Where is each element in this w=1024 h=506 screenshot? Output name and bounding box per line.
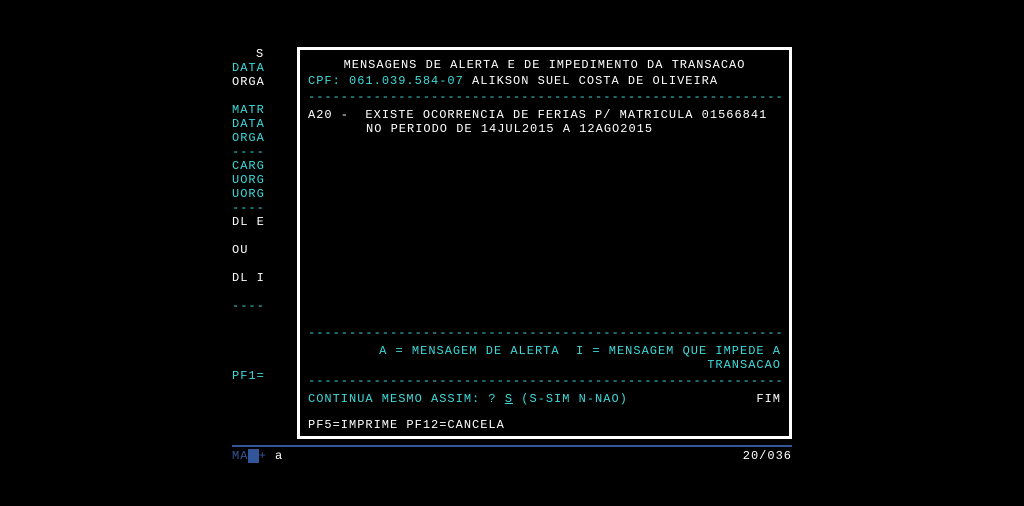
pf-keys-line: PF5=IMPRIME PF12=CANCELA [308,418,781,432]
cpf-label: CPF: [308,74,341,88]
dashes-2: ---- [232,201,292,215]
carg-label: CARG [232,159,292,173]
matr-label: MATR [232,103,292,117]
dl-e-label: DL E [232,215,292,229]
message-line-2: NO PERIODO DE 14JUL2015 A 12AGO2015 [308,122,781,136]
pf1-label: PF1= [232,369,292,383]
cpf-value: 061.039.584-07 [349,74,464,88]
cursor-position: 20/036 [743,447,792,463]
status-ma: MA [232,449,248,463]
dashes-3: ---- [232,299,292,313]
cpf-line: CPF: 061.039.584-07 ALIKSON SUEL COSTA D… [308,74,781,88]
dl-i-label: DL I [232,271,292,285]
divider-mid: ----------------------------------------… [308,326,781,340]
legend-i: I = MENSAGEM QUE IMPEDE A TRANSACAO [576,344,781,372]
status-a: a [275,449,283,463]
continue-input[interactable]: S [505,392,513,406]
continue-hint: (S-SIM N-NAO) [521,392,628,406]
status-bar: MA + a 20/036 [232,445,792,463]
data-label-1: DATA [232,61,292,75]
orga-label-2: ORGA [232,131,292,145]
top-s-label: S [232,47,292,61]
status-left: MA + a [232,447,283,463]
cursor-indicator [248,449,258,463]
ou-label: OU [232,243,292,257]
legend-line: A = MENSAGEM DE ALERTA I = MENSAGEM QUE … [308,344,781,372]
panel-title: MENSAGENS DE ALERTA E DE IMPEDIMENTO DA … [308,58,781,72]
data-label-2: DATA [232,117,292,131]
uorg-label-2: UORG [232,187,292,201]
message-panel: MENSAGENS DE ALERTA E DE IMPEDIMENTO DA … [297,47,792,439]
divider-top: ----------------------------------------… [308,90,781,104]
dashes-1: ---- [232,145,292,159]
status-plus: + [259,449,267,463]
left-sidebar-labels: S DATA ORGA MATR DATA ORGA ---- CARG UOR… [232,47,292,383]
divider-bot: ----------------------------------------… [308,374,781,388]
orga-label-1: ORGA [232,75,292,89]
person-name: ALIKSON SUEL COSTA DE OLIVEIRA [472,74,718,88]
uorg-label-1: UORG [232,173,292,187]
continue-prompt: CONTINUA MESMO ASSIM: ? [308,392,497,406]
message-line-1: EXISTE OCORRENCIA DE FERIAS P/ MATRICULA… [365,108,767,122]
legend-a: A = MENSAGEM DE ALERTA [379,344,559,358]
alert-message-block: A20 - EXISTE OCORRENCIA DE FERIAS P/ MAT… [308,108,781,136]
fim-label: FIM [756,392,781,406]
message-code: A20 - [308,108,365,122]
